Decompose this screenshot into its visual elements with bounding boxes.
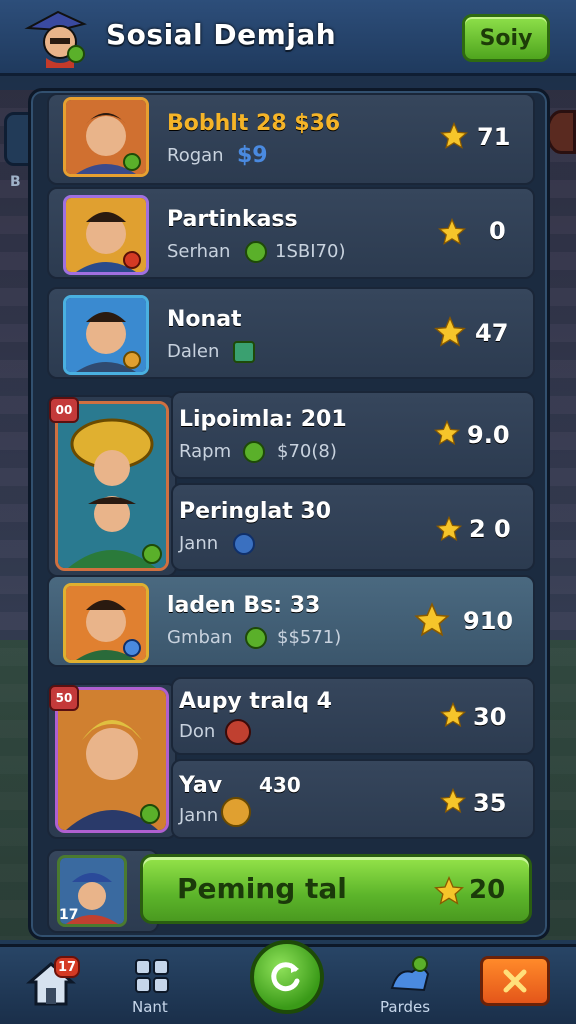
player-name: Bobhlt 28 $36	[167, 111, 341, 136]
player-score: 0	[489, 217, 506, 245]
home-notification-badge: 17	[54, 956, 80, 978]
player-subtitle-extra: $70(8)	[277, 441, 337, 462]
page-title: Sosial Demjah	[106, 18, 337, 51]
player-subtitle-extra: $$571)	[277, 627, 342, 648]
player-subtitle: Dalen	[167, 341, 220, 362]
top-header: Sosial Demjah Soiy	[0, 0, 576, 76]
list-item-highlighted[interactable]: laden Bs: 33 Gmban $$571) 910	[47, 575, 535, 667]
refresh-icon	[271, 962, 300, 992]
refresh-button[interactable]	[250, 940, 324, 1014]
nav-label-2: Nant	[132, 998, 168, 1016]
list-item[interactable]: Nonat Dalen 47	[47, 287, 535, 379]
player-subtitle: Jann	[179, 533, 219, 554]
list-item[interactable]: Bobhlt 28 $36 Rogan $9 71	[47, 93, 535, 185]
claim-reward-button[interactable]: Peming tal 20	[140, 854, 532, 924]
list-item[interactable]: Lipoimla: 201 Rapm $70(8) 9.0	[171, 391, 535, 479]
player-name: Yav	[179, 773, 223, 798]
check-badge-icon	[245, 241, 267, 263]
player-score: 30	[473, 703, 507, 731]
player-subtitle: Rogan	[167, 145, 224, 166]
people-icon[interactable]	[388, 954, 432, 994]
header-action-button[interactable]: Soiy	[462, 14, 550, 62]
featured-card: 50	[47, 683, 177, 839]
player-name: Aupy tralq 4	[179, 689, 332, 714]
player-score: 47	[475, 319, 509, 347]
player-score: 2 0	[469, 515, 511, 543]
claim-reward-label: Peming tal	[177, 872, 347, 905]
player-subtitle-extra: $9	[237, 143, 268, 168]
featured-card-art	[55, 401, 169, 571]
player-subtitle: Rapm	[179, 441, 232, 462]
star-icon	[433, 419, 461, 446]
avatar	[63, 195, 149, 275]
player-score: 35	[473, 789, 507, 817]
list-item[interactable]: Partinkass Serhan 1SBI70) 0	[47, 187, 535, 279]
player-score: 9.0	[467, 421, 510, 449]
star-icon	[435, 515, 463, 542]
team-badge-icon	[233, 533, 255, 555]
player-subtitle: Serhan	[167, 241, 231, 262]
list-item[interactable]: Yav 430 Jann 35	[171, 759, 535, 839]
close-button[interactable]	[480, 956, 550, 1006]
player-name: Peringlat 30	[179, 499, 332, 524]
card-level-badge: 50	[49, 685, 79, 711]
star-icon	[439, 121, 469, 149]
grid-menu-icon[interactable]	[132, 958, 172, 994]
check-badge-icon	[243, 441, 265, 463]
player-avatar-icon[interactable]	[24, 6, 90, 68]
player-name: Nonat	[167, 307, 242, 332]
nav-label-4: Pardes	[380, 998, 431, 1016]
player-score: 910	[463, 607, 514, 635]
player-name: Lipoimla: 201	[179, 407, 347, 432]
player-subtitle-extra: 1SBI70)	[275, 241, 346, 262]
avatar	[63, 97, 149, 177]
player-score: 71	[477, 123, 511, 151]
player-name: Partinkass	[167, 207, 298, 232]
star-icon	[439, 701, 467, 728]
left-side-label: B	[10, 174, 21, 190]
player-subtitle: Gmban	[167, 627, 233, 648]
team-badge-icon	[233, 341, 255, 363]
featured-card: 00	[47, 395, 177, 577]
player-name-extra: 430	[259, 773, 301, 797]
right-side-tab[interactable]	[546, 110, 576, 154]
avatar	[63, 583, 149, 663]
star-icon	[437, 217, 467, 245]
star-icon	[414, 602, 450, 637]
star-icon	[434, 316, 466, 347]
star-icon	[439, 787, 467, 814]
list-item[interactable]: Aupy tralq 4 Don 30	[171, 677, 535, 755]
card-level-badge: 00	[49, 397, 79, 423]
star-icon	[434, 875, 464, 905]
avatar	[63, 295, 149, 375]
close-icon	[503, 969, 527, 993]
claim-reward-score: 20	[469, 875, 506, 905]
leaderboard-panel: Bobhlt 28 $36 Rogan $9 71 Partinkass Ser…	[28, 88, 550, 940]
trophy-icon	[221, 797, 251, 827]
ball-icon	[225, 719, 251, 745]
player-subtitle: Jann	[179, 805, 219, 826]
player-name: laden Bs: 33	[167, 593, 321, 618]
check-badge-icon	[245, 627, 267, 649]
player-subtitle: Don	[179, 721, 216, 742]
list-item[interactable]: Peringlat 30 Jann 2 0	[171, 483, 535, 571]
self-rank-badge: 17	[59, 907, 79, 923]
